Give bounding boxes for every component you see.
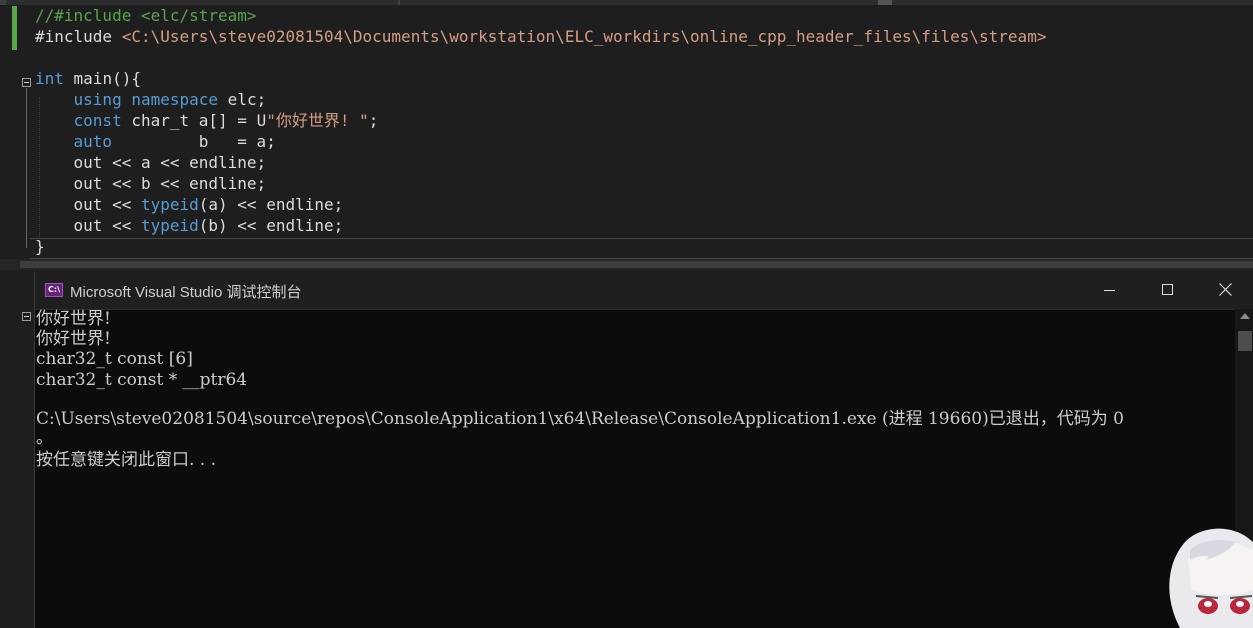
close-icon (1219, 283, 1232, 296)
minimize-button[interactable] (1080, 271, 1138, 309)
keyword-token: using (73, 90, 122, 109)
console-title: Microsoft Visual Studio 调试控制台 (70, 284, 302, 301)
code-line[interactable]: auto b = a; (35, 131, 276, 152)
fold-range-line (26, 88, 27, 248)
debug-console-window[interactable]: C:\ Microsoft Visual Studio 调试控制台 你好世界! … (34, 271, 1253, 628)
console-line: char32_t const * __ptr64 (36, 370, 248, 390)
character-avatar-image (1169, 528, 1253, 628)
current-line-highlight (30, 238, 1253, 259)
close-button[interactable] (1196, 271, 1253, 309)
keyword-token: typeid (140, 195, 199, 214)
fold-toggle-icon[interactable] (22, 312, 31, 321)
console-line: 。 (36, 428, 53, 448)
code-token: (a) << endline; (198, 195, 344, 214)
code-token: out << (35, 195, 141, 214)
code-token: ; (368, 111, 379, 130)
string-token: <C:\Users\steve02081504\Documents\workst… (121, 27, 1047, 46)
string-token: "你好世界! " (266, 111, 369, 130)
scroll-up-icon[interactable] (1240, 313, 1250, 319)
code-token: main(){ (63, 69, 141, 88)
keyword-token: int (35, 69, 64, 88)
change-marker (12, 6, 17, 50)
keyword-token: auto (73, 132, 113, 151)
keyword-token: typeid (140, 216, 199, 235)
maximize-button[interactable] (1138, 271, 1196, 309)
code-token: out << b << endline; (35, 174, 267, 193)
console-line: C:\Users\steve02081504\source\repos\Cons… (36, 409, 1124, 429)
code-line[interactable]: } (35, 236, 45, 257)
console-app-icon: C:\ (45, 283, 63, 297)
console-scrollbar-thumb[interactable] (1238, 331, 1252, 351)
code-token: b = a; (112, 132, 276, 151)
code-token: #include (35, 27, 122, 46)
keyword-token: const (73, 111, 122, 130)
code-token: } (35, 237, 45, 256)
code-token: char_t a[] = U (121, 111, 267, 130)
comment-token: //#include <elc/stream> (35, 6, 257, 25)
code-token: elc; (218, 90, 267, 109)
fold-toggle-icon[interactable] (22, 78, 31, 87)
console-line: 你好世界! (36, 329, 111, 349)
code-line[interactable]: out << b << endline; (35, 173, 267, 194)
code-editor[interactable]: //#include <elc/stream> #include <C:\User… (0, 5, 1253, 265)
code-line[interactable]: using namespace elc; (35, 89, 267, 110)
console-line: char32_t const [6] (36, 349, 193, 369)
editor-scrollbar-thumb[interactable] (20, 261, 1253, 268)
console-line: 按任意键关闭此窗口. . . (36, 450, 217, 470)
code-token: (b) << endline; (198, 216, 344, 235)
code-line[interactable]: #include <C:\Users\steve02081504\Documen… (35, 26, 1046, 47)
code-line[interactable]: out << typeid(b) << endline; (35, 215, 344, 236)
code-token: out << a << endline; (35, 153, 267, 172)
code-line[interactable]: //#include <elc/stream> (35, 5, 257, 26)
code-line[interactable]: out << a << endline; (35, 152, 267, 173)
console-title-bar[interactable]: C:\ Microsoft Visual Studio 调试控制台 (35, 271, 1253, 310)
code-line[interactable]: int main(){ (35, 68, 141, 89)
code-line[interactable]: out << typeid(a) << endline; (35, 194, 344, 215)
code-token: out << (35, 216, 141, 235)
keyword-token: namespace (131, 90, 219, 109)
code-line[interactable]: const char_t a[] = U"你好世界! "; (35, 110, 379, 131)
console-line: 你好世界! (36, 309, 111, 329)
